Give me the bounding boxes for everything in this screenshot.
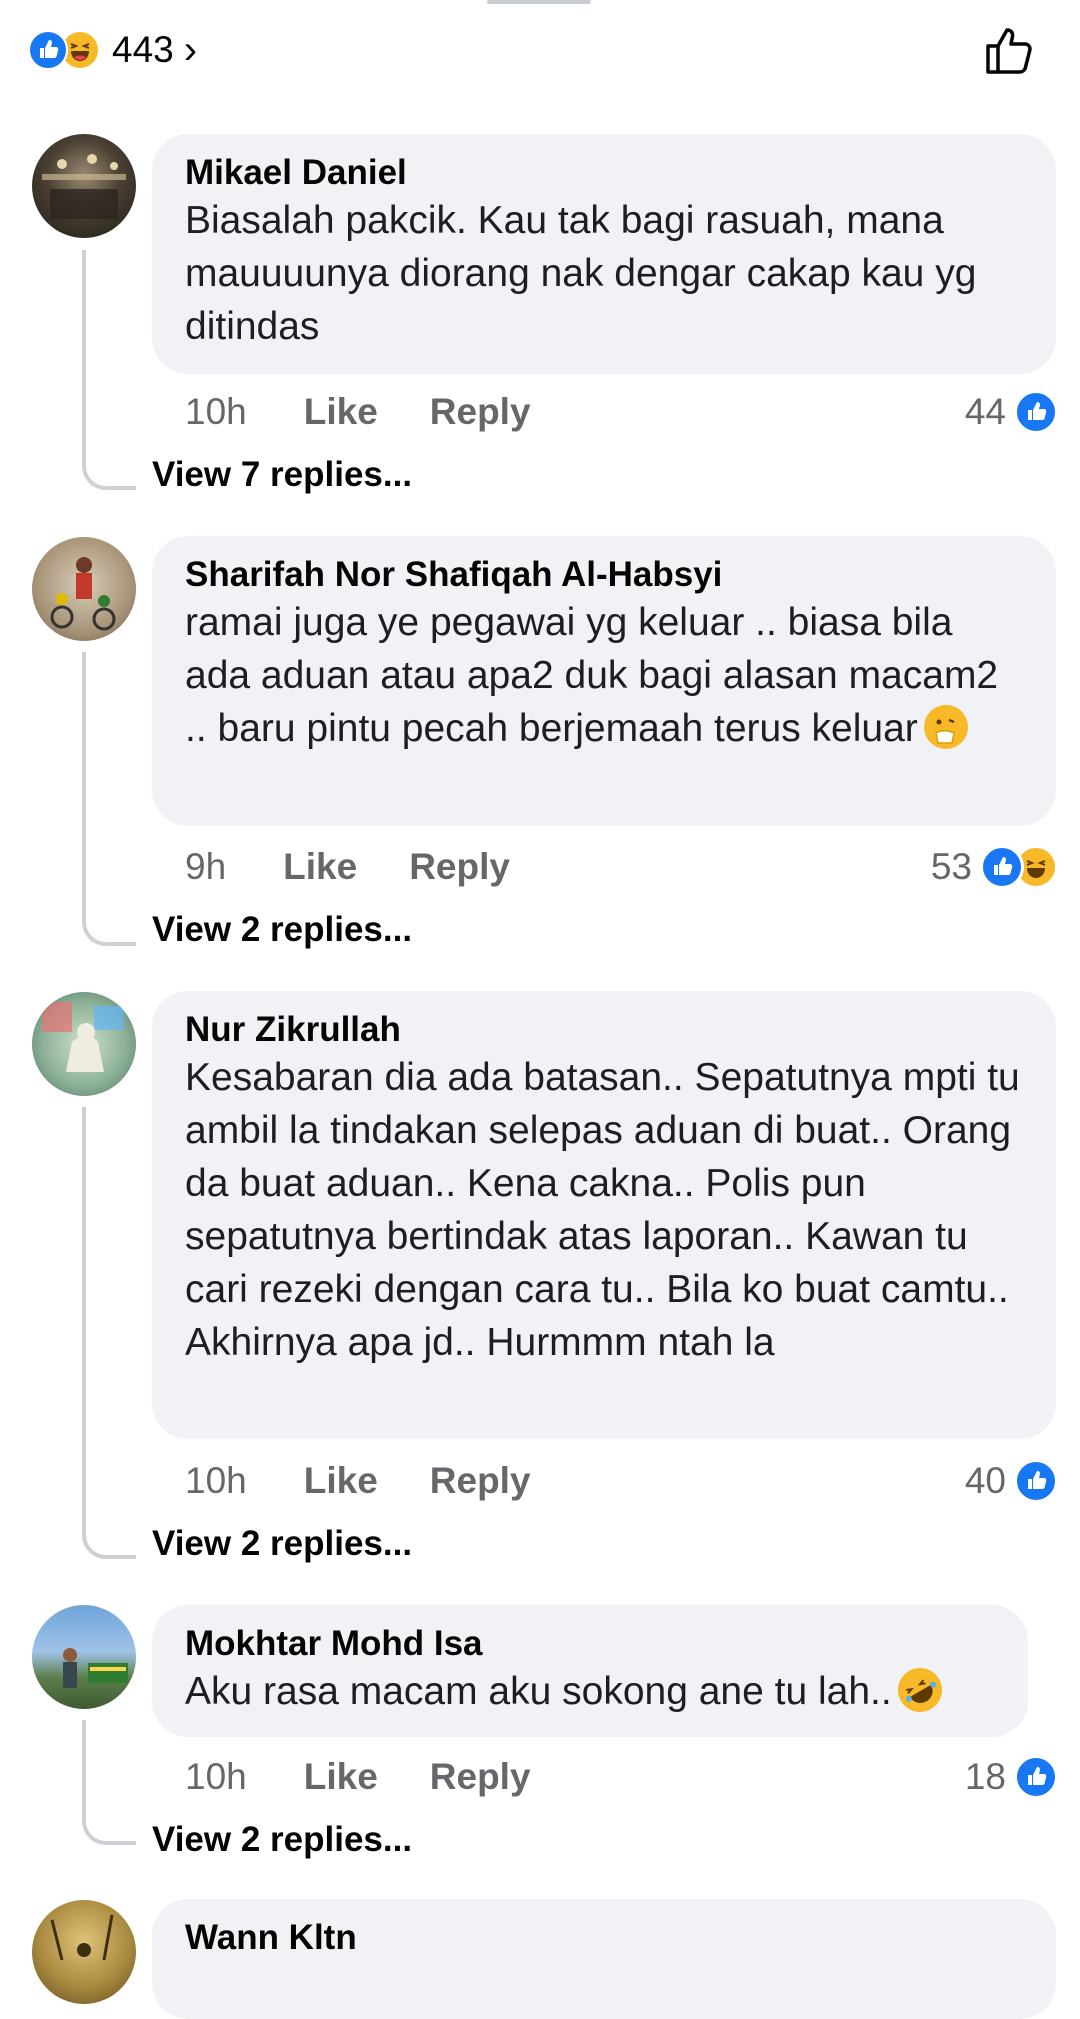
avatar[interactable] <box>32 1900 136 2004</box>
reply-button[interactable]: Reply <box>430 391 531 433</box>
comment-reactions[interactable]: 53 <box>931 843 1058 891</box>
reaction-count: 44 <box>964 391 1006 432</box>
comment-bubble[interactable]: Sharifah Nor Shafiqah Al-Habsyi ramai ju… <box>152 536 1056 826</box>
like-button[interactable]: Like <box>304 1460 378 1502</box>
comment-actions: 10h Like Reply <box>185 388 583 436</box>
comment-bubble[interactable]: Mokhtar Mohd Isa Aku rasa macam aku soko… <box>152 1605 1028 1737</box>
like-button[interactable]: Like <box>304 391 378 433</box>
reaction-count: 443 <box>112 29 174 70</box>
comment-bubble[interactable]: Nur Zikrullah Kesabaran dia ada batasan.… <box>152 991 1056 1439</box>
comment-author[interactable]: Nur Zikrullah <box>185 1009 1023 1051</box>
comment-author[interactable]: Wann Kltn <box>185 1917 1023 1959</box>
like-reaction-icon <box>1014 390 1058 434</box>
thread-line <box>82 1720 136 1845</box>
like-reaction-icon <box>1014 1459 1058 1503</box>
reactions-header: 443 › <box>0 0 1080 100</box>
rolling-on-floor-laughing-icon <box>889 1659 950 1721</box>
comment-reactions[interactable]: 44 <box>965 388 1058 436</box>
view-replies-link[interactable]: View 2 replies... <box>152 1820 412 1860</box>
comment-text: Kesabaran dia ada batasan.. Sepatutnya m… <box>185 1056 1020 1364</box>
comment-bubble[interactable]: Wann Kltn <box>152 1899 1056 2019</box>
avatar[interactable] <box>32 134 136 238</box>
comment-text-wrap: ramai juga ye pegawai yg keluar .. biasa… <box>185 596 1023 755</box>
comment-text: Aku rasa macam aku sokong ane tu lah.. <box>185 1670 892 1713</box>
view-replies-link[interactable]: View 2 replies... <box>152 910 412 950</box>
comment-time[interactable]: 10h <box>185 1460 247 1502</box>
reactions-summary[interactable]: 443 › <box>28 28 197 72</box>
like-button[interactable]: Like <box>283 846 357 888</box>
reply-button[interactable]: Reply <box>430 1756 531 1798</box>
face-with-hand-over-mouth-icon <box>923 705 968 749</box>
reply-button[interactable]: Reply <box>430 1460 531 1502</box>
comment-time[interactable]: 10h <box>185 391 247 433</box>
comment-reactions[interactable]: 40 <box>965 1457 1058 1505</box>
comment-time[interactable]: 9h <box>185 846 226 888</box>
thread-line <box>82 1107 136 1559</box>
comment-bubble[interactable]: Mikael Daniel Biasalah pakcik. Kau tak b… <box>152 134 1056 374</box>
reaction-count: 53 <box>930 846 972 887</box>
comment-author[interactable]: Sharifah Nor Shafiqah Al-Habsyi <box>185 554 1023 596</box>
avatar[interactable] <box>32 1605 136 1709</box>
comment-actions: 10h Like Reply <box>185 1753 583 1801</box>
like-button[interactable]: Like <box>304 1756 378 1798</box>
comment-text-wrap: Aku rasa macam aku sokong ane tu lah.. <box>185 1659 995 1721</box>
like-reaction-icon <box>980 845 1024 889</box>
reaction-count: 18 <box>964 1756 1006 1797</box>
comment-reactions[interactable]: 18 <box>965 1753 1058 1801</box>
thread-line <box>82 652 136 946</box>
like-reaction-icon <box>28 30 68 70</box>
view-replies-link[interactable]: View 7 replies... <box>152 455 412 495</box>
comment-actions: 9h Like Reply <box>185 843 562 891</box>
thread-line <box>82 250 136 490</box>
view-replies-link[interactable]: View 2 replies... <box>152 1524 412 1564</box>
comment-author[interactable]: Mokhtar Mohd Isa <box>185 1623 995 1665</box>
comment-author[interactable]: Mikael Daniel <box>185 152 1023 194</box>
like-reaction-icon <box>1014 1755 1058 1799</box>
comment-actions: 10h Like Reply <box>185 1457 583 1505</box>
reply-button[interactable]: Reply <box>409 846 510 888</box>
chevron-right-icon: › <box>183 27 198 72</box>
avatar[interactable] <box>32 537 136 641</box>
comment-time[interactable]: 10h <box>185 1756 247 1798</box>
avatar[interactable] <box>32 992 136 1096</box>
like-outline-icon[interactable] <box>982 22 1038 78</box>
reaction-count: 40 <box>964 1460 1006 1501</box>
comment-text: ramai juga ye pegawai yg keluar .. biasa… <box>185 601 999 750</box>
comment-text: Biasalah pakcik. Kau tak bagi rasuah, ma… <box>185 199 977 348</box>
